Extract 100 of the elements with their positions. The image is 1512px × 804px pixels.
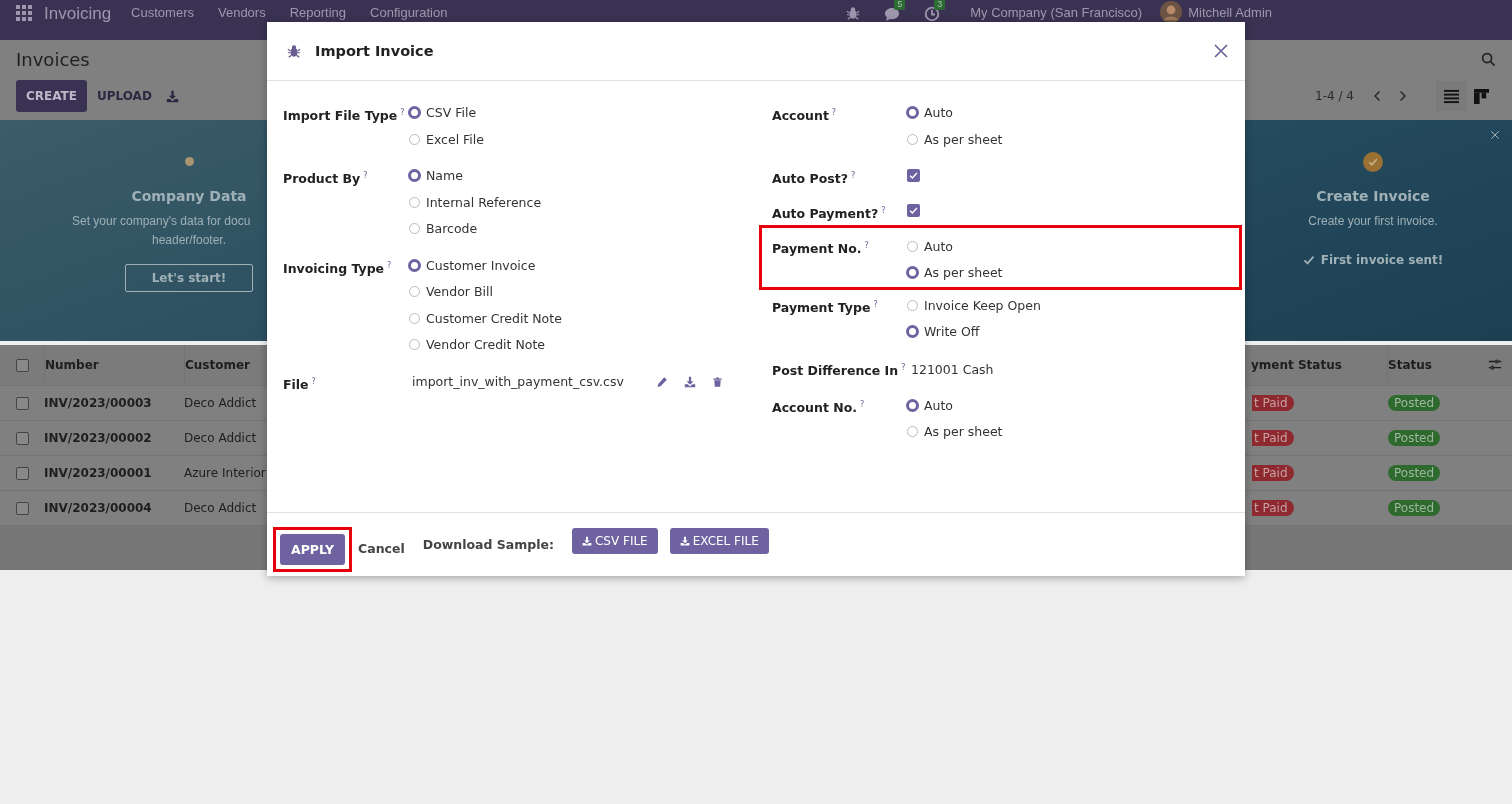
row-checkbox[interactable] [15, 466, 29, 480]
step-title: Company Data [131, 188, 247, 204]
column-header[interactable]: yment Status [1251, 358, 1342, 372]
radio-button[interactable] [906, 106, 919, 120]
check-icon [1368, 157, 1378, 167]
download-sample-button[interactable]: EXCEL FILE [669, 527, 769, 554]
radio-label[interactable]: As per sheet [924, 424, 1003, 440]
radio-label[interactable]: Customer Credit Note [426, 310, 562, 326]
help-mark[interactable]: ? [831, 108, 837, 117]
company-switcher[interactable]: My Company (San Francisco) [970, 5, 1143, 20]
help-mark[interactable]: ? [901, 363, 906, 373]
column-header[interactable]: Customer [185, 358, 251, 372]
download-sample-button[interactable]: CSV FILE [571, 527, 658, 554]
apply-button[interactable]: APPLY [280, 534, 346, 565]
cancel-button[interactable]: Cancel [358, 541, 405, 556]
check-icon [909, 171, 918, 180]
field-label: Product By $^{?}$ [283, 170, 369, 189]
table-cell-text: Deco Addict [184, 431, 258, 445]
field-label: Account $^{?}$ [772, 107, 838, 126]
search-icon[interactable] [1481, 51, 1496, 67]
radio-label[interactable]: Internal Reference [426, 194, 542, 210]
radio-label[interactable]: Auto [924, 105, 954, 121]
download-icon [581, 535, 592, 546]
radio-label[interactable]: CSV File [426, 105, 477, 121]
download-icon[interactable] [683, 375, 696, 388]
close-icon[interactable] [1490, 130, 1500, 140]
dialog-title: Import Invoice [315, 43, 435, 59]
help-mark[interactable]: ? [873, 300, 878, 310]
status-badge: Posted [1388, 395, 1441, 411]
row-checkbox[interactable] [15, 501, 29, 515]
list-view-button[interactable] [1436, 81, 1466, 111]
download-icon [679, 535, 690, 546]
radio-label[interactable]: Name [426, 168, 463, 184]
menu-item[interactable]: Reporting [289, 5, 347, 20]
checkbox[interactable] [907, 169, 920, 182]
avatar-icon[interactable] [1160, 1, 1183, 23]
create-button[interactable]: CREATE [16, 80, 87, 112]
help-mark[interactable]: ? [387, 260, 392, 270]
checkbox[interactable] [907, 204, 920, 218]
radio-label[interactable]: Barcode [426, 221, 478, 237]
bug-icon[interactable] [846, 5, 861, 21]
row-checkbox[interactable] [15, 358, 29, 372]
help-mark[interactable]: ? [363, 171, 368, 180]
column-header[interactable]: Number [45, 358, 99, 372]
download-icon[interactable] [165, 89, 179, 103]
radio-label[interactable]: Vendor Credit Note [426, 337, 546, 353]
radio-button[interactable] [906, 266, 919, 280]
page-title: Invoices [16, 48, 90, 70]
close-icon[interactable] [1213, 43, 1229, 59]
help-mark[interactable]: ? [864, 241, 869, 251]
check-icon [1302, 254, 1315, 266]
clock-icon[interactable] [924, 6, 941, 22]
radio-button[interactable] [408, 169, 421, 183]
apps-menu-icon[interactable] [16, 5, 32, 21]
column-options-icon[interactable] [1488, 358, 1502, 372]
field-label: Post Difference In $^{?}$ [772, 362, 907, 381]
menu-item[interactable]: Vendors [217, 5, 266, 20]
menu-item[interactable]: Configuration [370, 5, 448, 20]
radio-label[interactable]: Excel File [426, 131, 484, 147]
start-button[interactable]: Let's start! [124, 264, 254, 292]
radio-button[interactable] [906, 398, 919, 412]
upload-button[interactable]: UPLOAD [97, 89, 152, 103]
pager-value[interactable]: 1-4 / 4 [1315, 89, 1354, 103]
radio-label[interactable]: Customer Invoice [426, 257, 536, 273]
status-badge: t Paid [1252, 395, 1294, 411]
status-badge: Posted [1388, 430, 1441, 446]
radio-label[interactable]: As per sheet [924, 131, 1003, 147]
list-icon [1443, 88, 1459, 104]
help-mark[interactable]: ? [311, 376, 316, 386]
column-header[interactable]: Status [1388, 358, 1432, 372]
radio-button[interactable] [408, 106, 421, 120]
app-name[interactable]: Invoicing [44, 4, 112, 24]
help-mark[interactable]: ? [850, 171, 856, 180]
user-menu[interactable]: Mitchell Admin [1188, 4, 1272, 20]
table-cell-text: Azure Interior [184, 466, 267, 480]
help-mark[interactable]: ? [860, 400, 865, 410]
radio-button[interactable] [906, 325, 919, 339]
radio-label[interactable]: Auto [924, 397, 954, 413]
chat-icon[interactable] [884, 6, 901, 22]
status-badge: Posted [1388, 465, 1441, 481]
radio-label[interactable]: As per sheet [924, 265, 1003, 281]
menu-item[interactable]: Customers [131, 5, 194, 20]
status-badge: t Paid [1252, 500, 1294, 516]
count-badge: 5 [894, 0, 906, 10]
radio-label[interactable]: Vendor Bill [426, 284, 493, 300]
radio-label[interactable]: Write Off [924, 324, 980, 340]
pencil-icon[interactable] [655, 375, 668, 388]
field-label: Payment No. $^{?}$ [772, 240, 870, 259]
trash-icon[interactable] [711, 375, 723, 388]
check-icon [909, 206, 918, 216]
radio-button[interactable] [408, 258, 421, 272]
radio-label[interactable]: Invoice Keep Open [924, 297, 1041, 313]
help-mark[interactable]: ? [881, 206, 886, 216]
table-cell-text: INV/2023/00002 [44, 431, 153, 445]
field-label: File $^{?}$ [283, 375, 317, 394]
row-checkbox[interactable] [15, 431, 29, 445]
row-checkbox[interactable] [15, 396, 29, 410]
file-name: import_inv_with_payment_csv.csv [412, 372, 624, 391]
help-mark[interactable]: ? [400, 108, 405, 117]
radio-label[interactable]: Auto [924, 238, 954, 254]
